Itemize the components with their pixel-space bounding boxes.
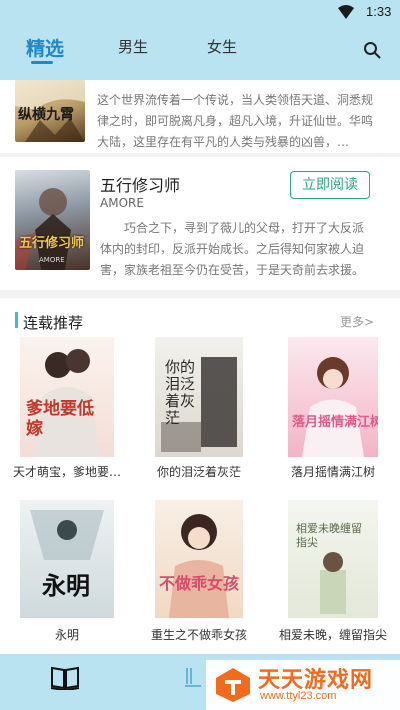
status-time: 1:33 — [366, 4, 392, 19]
top-tab-bar: 精选 男生 女生 — [0, 24, 400, 80]
book-author: AMORE — [100, 196, 144, 210]
section-title: 连载推荐 — [23, 314, 84, 332]
grid-title[interactable]: 相爱未晚，缠留指尖 — [270, 626, 396, 643]
cover-art — [15, 188, 71, 270]
grid-title[interactable]: 落月摇情满江树 — [270, 463, 396, 480]
tab-male[interactable]: 男生 — [118, 36, 148, 57]
cover-art — [320, 552, 346, 614]
book-title[interactable]: 五行修习师 — [100, 172, 180, 196]
logo-icon — [216, 668, 250, 702]
divider — [0, 290, 400, 298]
cover-title: 五行修习师 — [19, 236, 85, 251]
cover-title: 落月摇情满江树 — [292, 415, 378, 430]
book-cover[interactable]: 五行修习师 AMORE — [15, 170, 90, 270]
cover-art — [34, 349, 100, 457]
book-cover[interactable]: 相爱未晚缠留指尖 — [288, 500, 378, 618]
search-icon[interactable] — [363, 41, 381, 59]
cover-title: 永明 — [42, 571, 90, 600]
active-tab-indicator — [31, 61, 53, 64]
wifi-icon — [338, 5, 354, 19]
book-cover[interactable]: 你的泪泛着灰茫 — [155, 337, 243, 457]
cover-title: 纵横九霄 — [18, 107, 74, 123]
book-description: 这个世界流传着一个传说，当人类领悟天道、洞悉规律之时，即可脱离凡身，超凡入境，升… — [97, 93, 374, 149]
read-now-button[interactable]: 立即阅读 — [290, 171, 370, 199]
cover-art — [302, 357, 364, 457]
tab-featured[interactable]: 精选 — [26, 34, 64, 61]
book-cover[interactable]: 爹地要低嫁 — [20, 337, 114, 457]
cover-title: 你的泪泛着灰茫 — [165, 358, 196, 427]
status-bar: 1:33 — [0, 0, 400, 24]
watermark: 天天游戏网 www.ttyl23.com — [206, 660, 400, 710]
grid-title[interactable]: 重生之不做乖女孩 — [136, 626, 262, 643]
cover-art — [169, 514, 229, 618]
cover-title: 爹地要低嫁 — [26, 399, 94, 439]
cover-title: 不做乖女孩 — [159, 574, 240, 593]
more-link[interactable]: 更多> — [340, 313, 374, 330]
grid-title[interactable]: 天才萌宝，爹地要… — [4, 463, 130, 480]
cover-title: 相爱未晚缠留指尖 — [296, 522, 362, 549]
tab-female[interactable]: 女生 — [207, 36, 237, 57]
grid-title[interactable]: 永明 — [4, 626, 130, 643]
book-cover[interactable]: 永明 — [20, 500, 114, 618]
section-accent-bar — [15, 312, 18, 328]
book-cover[interactable]: 纵横九霄 — [15, 80, 85, 142]
book-cover[interactable]: 落月摇情满江树 — [288, 337, 378, 457]
book-icon[interactable] — [50, 664, 80, 690]
book-description: 巧合之下，寻到了薇儿的父母，打开了大反派体内的封印，反派开始成长。之后得知何家被… — [100, 221, 365, 277]
watermark-url: www.ttyl23.com — [260, 690, 337, 702]
divider — [0, 153, 400, 157]
cover-subtitle: AMORE — [39, 256, 65, 264]
grid-title[interactable]: 你的泪泛着灰茫 — [136, 463, 262, 480]
book-cover[interactable]: 不做乖女孩 — [155, 500, 243, 618]
bookshelf-icon[interactable] — [183, 666, 203, 690]
